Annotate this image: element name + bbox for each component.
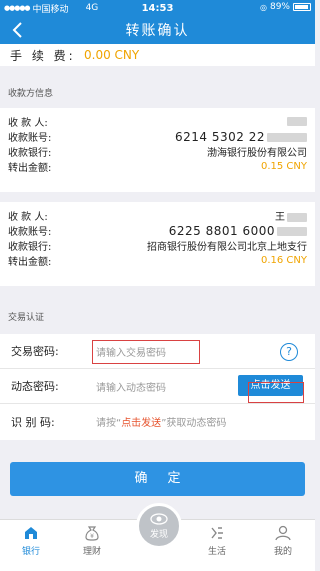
fee-row: 手 续 费: 0.00 CNY xyxy=(0,44,315,66)
eye-icon xyxy=(150,513,168,525)
help-icon[interactable]: ? xyxy=(280,343,298,361)
money-bag-icon: ¥ xyxy=(85,526,99,541)
id-code-row: 识 别 码: 请按“点击发送”获取动态密码 xyxy=(0,404,315,439)
id-code-hint: 请按“点击发送”获取动态密码 xyxy=(96,418,227,429)
tab-label: 银行 xyxy=(21,547,40,557)
highlight-box-send xyxy=(248,382,304,403)
payee-name-label: 收 款 人: xyxy=(8,118,48,129)
fee-label: 手 续 费: xyxy=(10,48,76,63)
tab-label: 理财 xyxy=(82,547,101,557)
payee-bank-value: 招商银行股份有限公司北京上地支行 xyxy=(147,242,307,253)
tab-label: 发现 xyxy=(149,530,168,540)
nav-bar: 转账确认 xyxy=(0,16,315,44)
payee-bank-value: 渤海银行股份有限公司 xyxy=(207,148,307,159)
tab-bank[interactable]: 银行 xyxy=(6,524,56,557)
tab-label: 生活 xyxy=(207,547,226,557)
tab-discover[interactable]: 发现 xyxy=(136,503,182,549)
page-title: 转账确认 xyxy=(125,23,190,39)
payee-account-value: 6214 5302 22 xyxy=(175,130,307,144)
payee-bank-label: 收款银行: xyxy=(8,242,52,253)
payee-account-label: 收款账号: xyxy=(8,133,52,144)
payee-card-2: 收 款 人: 王 收款账号: 6225 8801 6000 收款银行: 招商银行… xyxy=(0,202,315,286)
payee-section-header: 收款方信息 xyxy=(8,88,54,99)
tab-label: 我的 xyxy=(273,547,292,557)
status-bar: ●●●●● 中国移动 4G 14:53 ◎ 89% xyxy=(0,0,315,16)
payee-account-label: 收款账号: xyxy=(8,227,52,238)
tab-finance[interactable]: ¥ 理财 xyxy=(67,524,117,557)
home-icon xyxy=(25,527,37,539)
fee-value: 0.00 CNY xyxy=(84,48,140,62)
payee-amount-label: 转出金额: xyxy=(8,257,52,268)
svg-text:¥: ¥ xyxy=(90,533,94,540)
back-arrow-icon[interactable] xyxy=(8,20,28,40)
payee-bank-label: 收款银行: xyxy=(8,148,52,159)
dyn-password-input[interactable]: 请输入动态密码 xyxy=(96,379,166,394)
confirm-button[interactable]: 确定 xyxy=(10,462,305,496)
life-icon xyxy=(211,527,223,539)
payee-amount-value: 0.15 CNY xyxy=(260,161,307,172)
payee-card-1: 收 款 人: 收款账号: 6214 5302 22 收款银行: 渤海银行股份有限… xyxy=(0,108,315,192)
payee-name-label: 收 款 人: xyxy=(8,212,48,223)
user-icon xyxy=(275,525,291,541)
auth-card: 交易密码: 请输入交易密码 ? 动态密码: 请输入动态密码 点击发送 识 别 码… xyxy=(0,334,315,440)
highlight-box-password xyxy=(92,340,200,364)
payee-account-value: 6225 8801 6000 xyxy=(169,224,307,238)
auth-section-header: 交易认证 xyxy=(8,312,45,323)
dyn-password-label: 动态密码: xyxy=(11,380,59,393)
payee-name-value: 王 xyxy=(275,208,307,223)
tab-life[interactable]: 生活 xyxy=(192,524,242,557)
battery-percent: 89% xyxy=(269,2,290,12)
tab-mine[interactable]: 我的 xyxy=(258,524,308,557)
payee-name-redacted xyxy=(285,116,307,127)
payee-amount-value: 0.16 CNY xyxy=(260,255,307,266)
battery-icon xyxy=(293,3,311,11)
tx-password-label: 交易密码: xyxy=(11,345,59,358)
location-icon: ◎ xyxy=(260,2,267,12)
id-code-label: 识 别 码: xyxy=(11,415,55,429)
payee-amount-label: 转出金额: xyxy=(8,163,52,174)
